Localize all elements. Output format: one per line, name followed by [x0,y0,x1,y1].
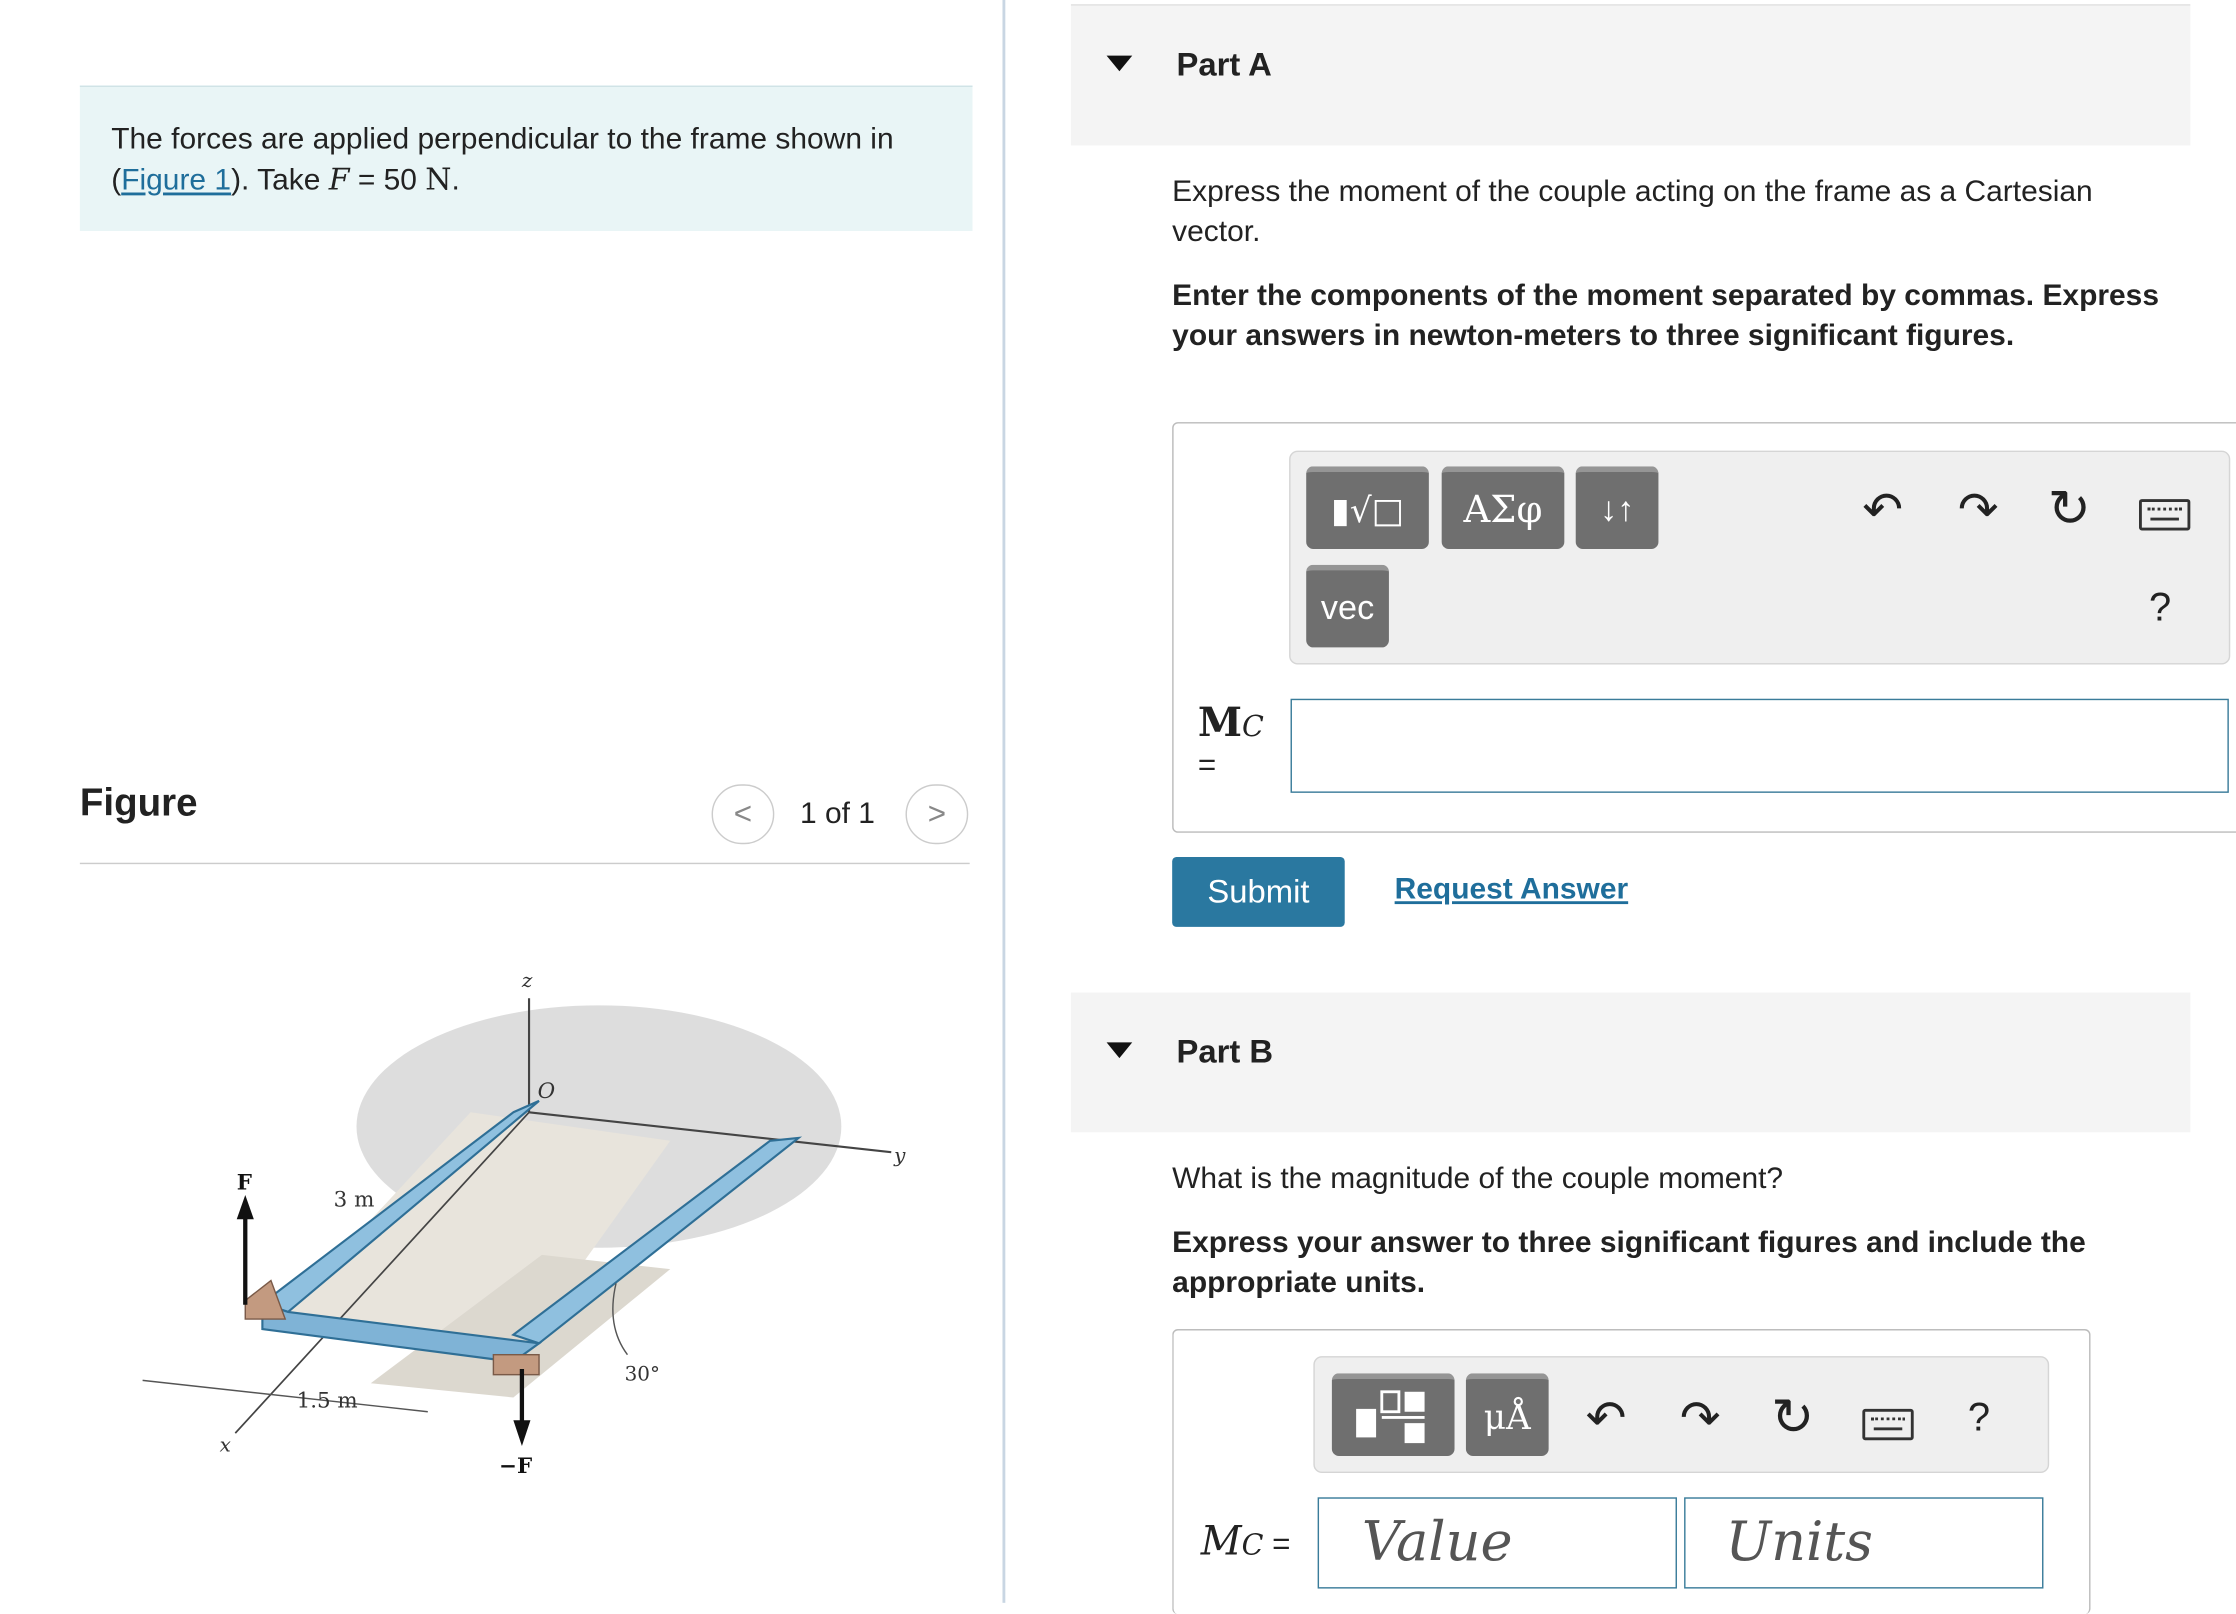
force-value: = 50 [349,163,426,197]
part-a-answer-input[interactable] [1290,698,2229,793]
prev-figure-button[interactable]: < [711,784,775,845]
label-o: O [538,1079,556,1104]
caret-down-icon-b[interactable] [1106,1042,1133,1059]
units-input[interactable]: Units [1684,1497,2044,1589]
part-b-title: Part B [1176,1032,1274,1070]
mc-b-equals: = [1263,1525,1291,1562]
chevron-left-icon: < [733,795,753,832]
figure-rule [79,862,970,865]
force-unit: N [425,162,452,197]
reset-icon-b[interactable]: ↻ [1771,1387,1814,1447]
templates-button[interactable]: ▮√□ [1306,466,1429,550]
value-placeholder: Value [1361,1510,1513,1573]
dim-line-15 [142,1379,428,1413]
keyboard-icon-b[interactable] [1862,1408,1914,1441]
units-button[interactable]: μÅ [1465,1373,1549,1456]
undo-icon-b[interactable]: ↶ [1586,1390,1627,1447]
help-icon[interactable]: ? [2149,585,2171,631]
mc-magnitude-variable: MC = [1201,1517,1291,1564]
problem-statement: The forces are applied perpendicular to … [79,85,973,232]
figure-title: Figure [79,781,198,825]
figure-counter: 1 of 1 [799,797,875,830]
part-a-question: Express the moment of the couple acting … [1172,175,2093,249]
redo-icon[interactable]: ↷ [1958,482,1999,539]
reset-icon[interactable]: ↻ [2048,479,2091,539]
force-variable: F [328,162,350,197]
part-a-title: Part A [1176,45,1272,83]
part-b-instructions: Express your answer to three significant… [1172,1226,2086,1300]
caret-down-icon[interactable] [1106,55,1133,72]
problem-text-end: . [451,163,460,197]
mc-b-main: M [1200,1517,1242,1565]
part-a-instructions: Enter the components of the moment separ… [1172,279,2159,353]
templates-icon: ▮√□ [1331,490,1405,531]
label-15m: 1.5 m [297,1388,358,1413]
label-neg-f: −F [499,1454,532,1479]
frame-figure: z O y x F −F 3 m 1.5 m 30° [142,968,906,1479]
force-negf-arrowhead [513,1420,531,1446]
vec-button[interactable]: vec [1306,564,1389,648]
chevron-right-icon: > [927,795,947,832]
pane-divider [1002,0,1006,1603]
units-placeholder: Units [1725,1510,1873,1573]
label-z: z [521,968,533,992]
sort-icon: ↓↑ [1599,490,1635,530]
label-x: x [220,1433,231,1457]
mc-variable: MC [1198,699,1264,746]
value-input[interactable]: Value [1317,1497,1677,1589]
label-y: y [893,1143,906,1167]
label-f: F [237,1170,252,1195]
problem-text-mid: ). Take [231,163,329,197]
part-b-question: What is the magnitude of the couple mome… [1172,1162,1784,1195]
mc-equals: = [1197,747,1217,783]
submit-button[interactable]: Submit [1172,857,1345,927]
undo-icon[interactable]: ↶ [1862,482,1903,539]
redo-icon-b[interactable]: ↷ [1680,1390,1721,1447]
mc-main: M [1197,698,1243,746]
fraction-template-icon [1356,1390,1425,1444]
force-f-arrowhead [236,1194,254,1220]
label-angle: 30° [625,1361,660,1385]
request-answer-link[interactable]: Request Answer [1395,873,1629,907]
greek-button[interactable]: ΑΣφ [1441,466,1565,550]
vec-label: vec [1320,588,1375,628]
support-b [492,1353,540,1376]
mc-sub: C [1242,708,1264,743]
label-3m: 3 m [334,1187,375,1212]
fraction-template-button[interactable] [1331,1373,1455,1456]
mc-b-sub: C [1241,1527,1264,1562]
units-icon: μÅ [1483,1397,1531,1438]
next-figure-button[interactable]: > [905,784,969,845]
sort-button[interactable]: ↓↑ [1575,466,1659,550]
help-icon-b[interactable]: ? [1968,1395,1990,1441]
greek-icon: ΑΣφ [1463,489,1543,532]
figure-link[interactable]: Figure 1 [121,164,231,197]
keyboard-icon[interactable] [2139,499,2191,531]
